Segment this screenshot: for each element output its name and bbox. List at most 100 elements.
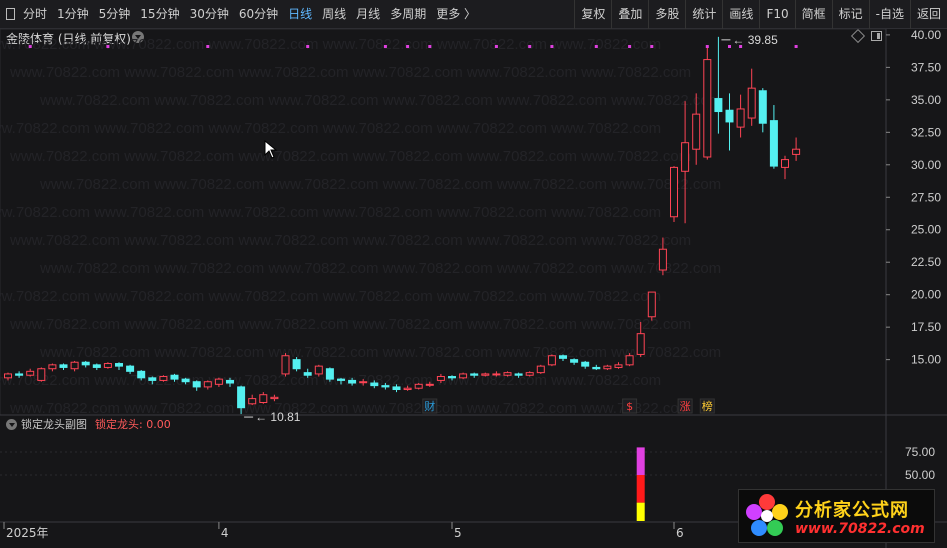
signal-dot-11 (628, 45, 632, 48)
layout-icon[interactable] (0, 0, 18, 29)
watermark-text: www.70822.com www.70822.com www.70822.co… (0, 36, 661, 53)
tool-button-8[interactable]: -自选 (868, 0, 910, 29)
candle-body-3 (37, 368, 46, 381)
candle-body-44 (492, 373, 501, 376)
tab-period-0[interactable]: 分时 (18, 0, 52, 29)
candle-body-52 (581, 361, 590, 367)
candle-body-5 (59, 364, 68, 368)
event-badge-label-2: 涨 (680, 400, 691, 413)
candle-body-67 (747, 87, 756, 119)
kline-chart[interactable]: www.70822.com www.70822.com www.70822.co… (0, 29, 947, 548)
candle-body-25 (281, 355, 290, 375)
x-tick-label-2: 5 (454, 526, 462, 540)
annotation-label-1: ← 39.85 (732, 33, 778, 47)
tab-period-10[interactable]: 更多 〉 (431, 0, 481, 29)
annotation-label-0: ← 10.81 (255, 410, 301, 424)
candle-body-12 (137, 370, 146, 379)
signal-dot-13 (705, 45, 709, 48)
x-tick-label-0: 2025年 (6, 526, 49, 540)
candle-body-8 (92, 364, 101, 368)
candle-body-22 (248, 398, 257, 405)
candle-body-65 (725, 109, 734, 123)
candle-body-31 (348, 379, 357, 384)
tab-period-6[interactable]: 日线 (283, 0, 317, 29)
candle-body-50 (559, 355, 567, 359)
candle-body-23 (259, 394, 268, 404)
signal-dot-12 (650, 45, 654, 48)
candle-body-16 (181, 378, 190, 383)
candle-body-4 (48, 364, 57, 370)
tool-button-9[interactable]: 返回 (909, 0, 947, 29)
signal-dot-3 (306, 45, 310, 48)
signal-dot-7 (494, 45, 498, 48)
candle-body-15 (170, 374, 179, 380)
candle-body-29 (325, 368, 334, 380)
signal-dot-2 (206, 45, 210, 48)
candle-body-14 (159, 376, 168, 381)
tab-period-8[interactable]: 月线 (351, 0, 385, 29)
candle-body-10 (115, 363, 123, 367)
candle-body-51 (570, 359, 579, 363)
candle-body-59 (658, 248, 667, 271)
dropdown-icon[interactable] (6, 418, 17, 430)
candle-body-13 (148, 377, 157, 381)
tool-button-5[interactable]: F10 (759, 0, 794, 29)
candle-body-53 (592, 366, 601, 370)
y-tick-label-10: 40.00 (911, 29, 941, 42)
tab-period-3[interactable]: 15分钟 (135, 0, 184, 29)
tool-button-7[interactable]: 标记 (831, 0, 869, 29)
y-tick-label-5: 27.50 (911, 190, 941, 204)
candle-body-0 (4, 373, 12, 379)
candle-body-64 (714, 98, 723, 113)
tool-button-2[interactable]: 多股 (648, 0, 685, 29)
period-tabs: 分时 1分钟 5分钟 15分钟 30分钟 60分钟 日线 周线 月线 多周期 更多 〉 (18, 0, 481, 29)
candle-body-34 (381, 385, 390, 388)
event-badge-label-3: 榜 (702, 399, 713, 413)
candle-body-40 (448, 376, 456, 379)
candle-body-27 (303, 372, 312, 376)
candle-body-47 (525, 372, 534, 376)
watermark-text: www.70822.com www.70822.com www.70822.co… (9, 64, 691, 81)
tab-period-5[interactable]: 60分钟 (234, 0, 283, 29)
watermark-text: www.70822.com www.70822.com www.70822.co… (9, 232, 691, 249)
tool-button-3[interactable]: 统计 (685, 0, 722, 29)
watermark-text: www.70822.com www.70822.com www.70822.co… (0, 288, 661, 305)
tab-period-2[interactable]: 5分钟 (94, 0, 136, 29)
event-badge-label-1: $ (626, 400, 633, 413)
candle-body-71 (792, 148, 801, 155)
x-tick-label-1: 4 (221, 526, 229, 540)
tool-button-4[interactable]: 画线 (722, 0, 759, 29)
watermark-text: www.70822.com www.70822.com www.70822.co… (0, 204, 661, 221)
candle-body-54 (603, 365, 612, 370)
candle-body-58 (647, 291, 656, 318)
candle-body-70 (781, 159, 789, 168)
candle-body-26 (292, 359, 301, 370)
candle-body-19 (214, 378, 223, 385)
tool-button-0[interactable]: 复权 (574, 0, 611, 29)
candle-body-57 (636, 333, 645, 355)
signal-dot-16 (794, 45, 798, 48)
y-tick-label-3: 22.50 (911, 255, 941, 269)
tab-period-1[interactable]: 1分钟 (52, 0, 94, 29)
candle-body-9 (103, 363, 112, 368)
candle-body-36 (403, 387, 412, 391)
tab-period-7[interactable]: 周线 (317, 0, 351, 29)
tool-button-1[interactable]: 叠加 (611, 0, 648, 29)
flower-logo-icon (746, 494, 788, 536)
tool-button-6[interactable]: 简框 (794, 0, 832, 29)
candle-body-28 (314, 365, 323, 375)
signal-dot-8 (528, 45, 532, 48)
mouse-cursor-icon (264, 140, 278, 159)
y-tick-label-0: 15.00 (911, 353, 941, 367)
sub-bar-0-seg-1 (636, 475, 645, 503)
tab-period-9[interactable]: 多周期 (385, 0, 431, 29)
sub-tick-label-0: 75.00 (905, 445, 935, 459)
candle-body-17 (192, 381, 201, 388)
watermark-text: www.70822.com www.70822.com www.70822.co… (39, 176, 721, 193)
y-tick-label-1: 17.50 (911, 320, 941, 334)
signal-dot-10 (594, 45, 598, 48)
watermark-text: www.70822.com www.70822.com www.70822.co… (39, 92, 721, 109)
tab-period-4[interactable]: 30分钟 (185, 0, 234, 29)
watermark-text: www.70822.com www.70822.com www.70822.co… (9, 316, 691, 333)
candle-body-62 (692, 113, 701, 150)
